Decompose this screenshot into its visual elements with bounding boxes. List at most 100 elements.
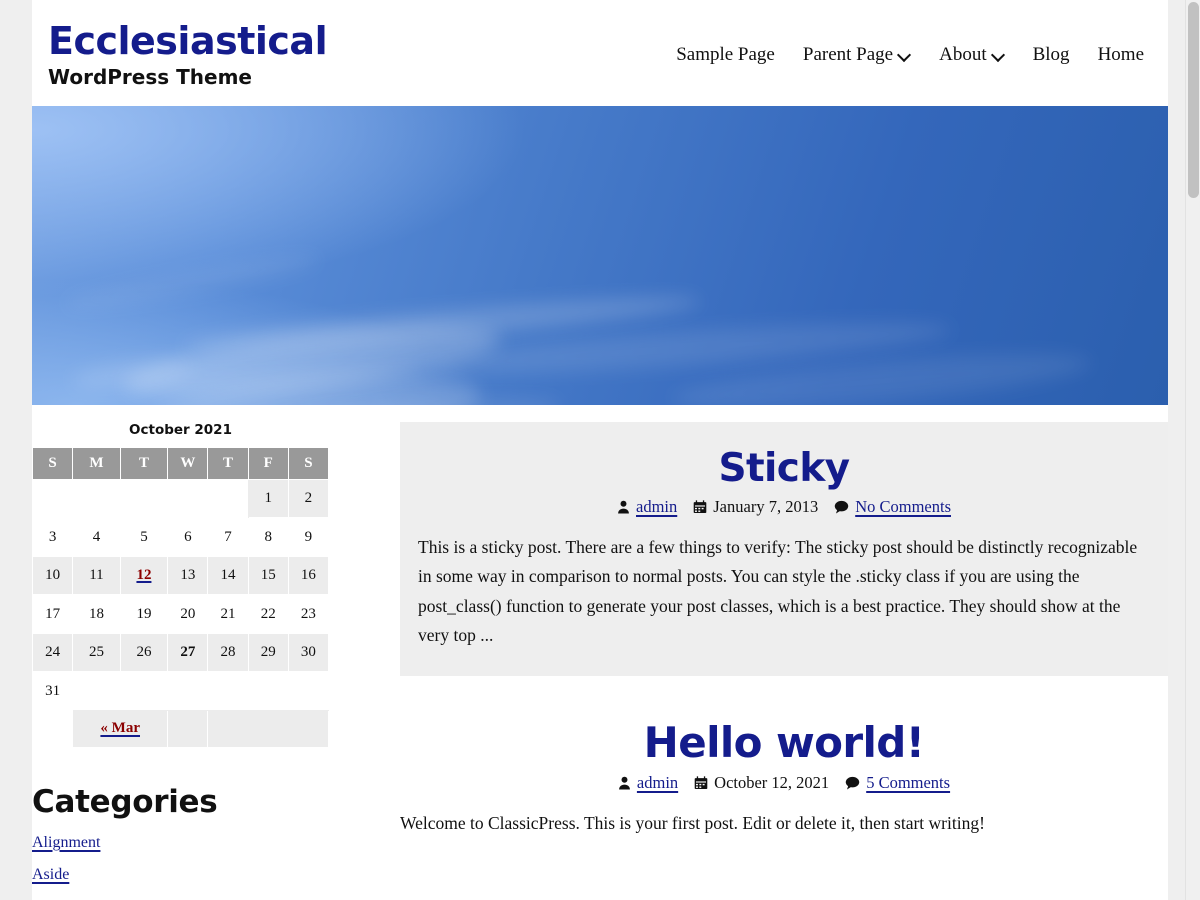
calendar-foot-spacer bbox=[167, 709, 209, 748]
calendar-day-19: 19 bbox=[119, 594, 169, 634]
post-comments-link[interactable]: No Comments bbox=[855, 497, 951, 517]
calendar-day-21: 21 bbox=[207, 594, 249, 634]
post-date: October 12, 2021 bbox=[694, 773, 829, 793]
nav-label: Home bbox=[1097, 43, 1144, 65]
post-comments: No Comments bbox=[834, 497, 951, 517]
site-title[interactable]: Ecclesiastical bbox=[48, 21, 328, 62]
post-comments-link[interactable]: 5 Comments bbox=[866, 773, 950, 793]
calendar-day-empty bbox=[168, 672, 208, 711]
chevron-down-icon[interactable] bbox=[992, 49, 1005, 62]
calendar-day-empty bbox=[120, 672, 168, 711]
calendar-day-31: 31 bbox=[31, 671, 74, 711]
nav-item-about[interactable]: About bbox=[939, 44, 1005, 66]
chevron-down-icon[interactable] bbox=[898, 49, 911, 62]
calendar-icon bbox=[693, 497, 707, 517]
post-hello-world: Hello world! admin October 12, 2021 5 Co… bbox=[400, 676, 1168, 838]
calendar-day-5: 5 bbox=[119, 517, 169, 557]
calendar-day-20: 20 bbox=[167, 594, 209, 634]
calendar-widget: October 2021 S M T W T F S 1 2 3 4 5 6 7… bbox=[31, 421, 365, 748]
calendar-weekday-fri: F bbox=[247, 446, 289, 480]
calendar-day-empty bbox=[288, 672, 328, 711]
post-date-text: October 12, 2021 bbox=[714, 773, 830, 793]
nav-label: Blog bbox=[1032, 43, 1070, 65]
calendar-day-8: 8 bbox=[247, 517, 289, 557]
site-branding: Ecclesiastical WordPress Theme bbox=[48, 21, 328, 88]
page-scrollbar[interactable] bbox=[1185, 0, 1200, 900]
calendar-day-empty bbox=[168, 479, 208, 518]
content-area: October 2021 S M T W T F S 1 2 3 4 5 6 7… bbox=[31, 405, 1168, 900]
calendar-day-28: 28 bbox=[207, 632, 249, 673]
calendar-day-1: 1 bbox=[247, 478, 289, 519]
calendar-prev-month-link[interactable]: « Mar bbox=[100, 720, 140, 736]
calendar-week-row: 31 bbox=[31, 671, 329, 711]
calendar-week-row: 12 bbox=[33, 478, 330, 519]
calendar-day-16: 16 bbox=[287, 555, 330, 596]
nav-label: Parent Page bbox=[802, 43, 894, 65]
categories-widget-title: Categories bbox=[32, 783, 218, 820]
calendar-next-cell bbox=[207, 709, 329, 748]
browser-viewport: Ecclesiastical WordPress Theme Sample Pa… bbox=[0, 0, 1185, 900]
comment-icon bbox=[845, 773, 860, 793]
calendar-header-row: S M T W T F S bbox=[31, 446, 330, 480]
header-banner-image bbox=[32, 105, 1168, 405]
calendar-footer: « Mar bbox=[33, 709, 329, 748]
post-author-link[interactable]: admin bbox=[636, 497, 677, 517]
post-date-text: January 7, 2013 bbox=[713, 496, 819, 516]
nav-item-parent-page[interactable]: Parent Page bbox=[803, 44, 911, 66]
calendar-day-30: 30 bbox=[287, 632, 330, 673]
calendar-week-row: 17 18 19 20 21 22 23 bbox=[31, 594, 330, 634]
person-icon bbox=[618, 773, 631, 793]
calendar-weekday-mon: M bbox=[72, 446, 121, 480]
post-tiled-gallery: Tiled Gallery bbox=[400, 839, 1168, 900]
calendar-week-row: 24 25 26 27 28 29 30 bbox=[31, 632, 330, 673]
category-link-alignment[interactable]: Alignment bbox=[32, 834, 100, 851]
scrollbar-thumb[interactable] bbox=[1188, 2, 1199, 198]
calendar-day-link[interactable]: 12 bbox=[136, 567, 151, 583]
post-title[interactable]: Sticky bbox=[418, 446, 1150, 491]
categories-list: Alignment Aside bbox=[32, 834, 365, 884]
calendar-day-empty bbox=[208, 672, 248, 711]
nav-label: About bbox=[939, 43, 987, 65]
calendar-weekday-tue: T bbox=[119, 446, 169, 480]
post-author-link[interactable]: admin bbox=[637, 773, 678, 793]
post-title[interactable]: Hello world! bbox=[400, 718, 1168, 767]
primary-navigation: Sample Page Parent Page About Blog Home bbox=[676, 44, 1152, 66]
calendar-day-26: 26 bbox=[119, 632, 169, 673]
post-author: admin bbox=[617, 497, 677, 517]
calendar-day-3: 3 bbox=[31, 517, 74, 557]
calendar-weekday-wed: W bbox=[167, 446, 209, 480]
calendar-day-29: 29 bbox=[247, 632, 289, 673]
category-link-aside[interactable]: Aside bbox=[32, 866, 69, 883]
calendar-weekday-thu: T bbox=[207, 446, 249, 480]
calendar-day-17: 17 bbox=[31, 594, 74, 634]
calendar-day-25: 25 bbox=[72, 632, 121, 673]
calendar-week-row: 3456789 bbox=[31, 517, 330, 557]
calendar-day-15: 15 bbox=[247, 555, 289, 596]
calendar-caption: October 2021 bbox=[129, 421, 232, 438]
nav-item-home[interactable]: Home bbox=[1098, 44, 1144, 66]
nav-item-blog[interactable]: Blog bbox=[1033, 44, 1070, 66]
post-sticky: Sticky admin January 7, 2013 No Comments… bbox=[400, 421, 1168, 677]
calendar-day-23: 23 bbox=[287, 594, 330, 634]
calendar-day-2: 2 bbox=[287, 478, 330, 519]
post-author: admin bbox=[618, 773, 678, 793]
calendar-day-empty bbox=[73, 479, 121, 518]
post-date: January 7, 2013 bbox=[693, 497, 818, 517]
calendar-foot-spacer bbox=[33, 710, 73, 747]
calendar-week-row: 10 11 12 13 14 15 16 bbox=[31, 555, 330, 596]
calendar-day-13: 13 bbox=[167, 555, 209, 596]
calendar-day-9: 9 bbox=[287, 517, 330, 557]
calendar-day-empty bbox=[248, 672, 288, 711]
post-meta: admin bbox=[418, 497, 1150, 517]
main-content: Sticky admin January 7, 2013 No Comments… bbox=[365, 405, 1168, 900]
calendar-weekday-sat: S bbox=[287, 446, 330, 480]
calendar-day-12[interactable]: 12 bbox=[119, 555, 169, 596]
post-excerpt: This is a sticky post. There are a few t… bbox=[418, 536, 1138, 646]
post-comments: 5 Comments bbox=[845, 773, 950, 793]
calendar-day-empty bbox=[120, 479, 168, 518]
calendar-day-10: 10 bbox=[31, 555, 74, 596]
calendar-icon bbox=[694, 773, 708, 793]
nav-item-sample-page[interactable]: Sample Page bbox=[676, 44, 775, 66]
calendar-day-6: 6 bbox=[167, 517, 209, 557]
calendar-table: October 2021 S M T W T F S 1 2 3 4 5 6 7… bbox=[31, 421, 330, 748]
